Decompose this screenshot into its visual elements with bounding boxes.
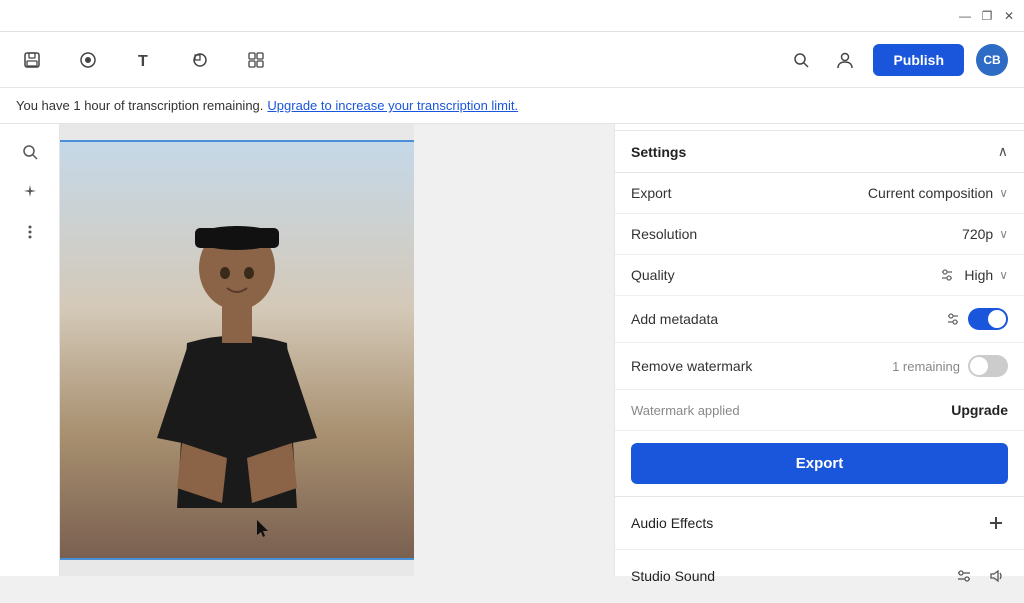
resolution-chevron-icon: ∨	[999, 227, 1008, 241]
export-value-selector[interactable]: Current composition ∨	[868, 185, 1008, 201]
avatar[interactable]: CB	[976, 44, 1008, 76]
watermark-remaining: 1 remaining	[892, 359, 960, 374]
maximize-button[interactable]: ❐	[980, 9, 994, 23]
metadata-label: Add metadata	[631, 311, 718, 327]
audio-effects-icons	[984, 511, 1008, 535]
export-button[interactable]: Export	[631, 443, 1008, 484]
left-sidebar	[0, 124, 60, 576]
upgrade-button[interactable]: Upgrade	[951, 402, 1008, 418]
studio-sound-speaker-icon[interactable]	[984, 564, 1008, 588]
watermark-setting-row: Remove watermark 1 remaining	[615, 343, 1024, 390]
quality-setting-row: Quality High ∨	[615, 255, 1024, 296]
bottom-section: Audio Effects Studio Sound	[615, 496, 1024, 603]
watermark-applied-text: Watermark applied	[631, 403, 740, 418]
add-audio-effect-icon[interactable]	[984, 511, 1008, 535]
record-icon[interactable]	[72, 44, 104, 76]
studio-sound-label: Studio Sound	[631, 568, 715, 584]
notification-bar: You have 1 hour of transcription remaini…	[0, 88, 1024, 124]
video-preview	[60, 142, 414, 558]
upgrade-link[interactable]: Upgrade to increase your transcription l…	[267, 98, 518, 113]
text-icon[interactable]: T	[128, 44, 160, 76]
resolution-setting-row: Resolution 720p ∨	[615, 214, 1024, 255]
resolution-value-selector[interactable]: 720p ∨	[962, 226, 1008, 242]
resolution-label: Resolution	[631, 226, 697, 242]
search-icon[interactable]	[785, 44, 817, 76]
search-sidebar-icon[interactable]	[14, 136, 46, 168]
watermark-toggle[interactable]	[968, 355, 1008, 377]
quality-chevron-icon: ∨	[999, 268, 1008, 282]
studio-sound-icons	[952, 564, 1008, 588]
settings-title: Settings	[631, 144, 686, 160]
settings-header[interactable]: Settings ∧	[615, 131, 1024, 173]
main-toolbar: T Publish CB	[0, 32, 1024, 88]
save-icon[interactable]	[16, 44, 48, 76]
notification-text: You have 1 hour of transcription remaini…	[16, 98, 263, 113]
studio-sound-row: Studio Sound	[615, 550, 1024, 603]
quality-label: Quality	[631, 267, 675, 283]
magic-icon[interactable]	[14, 176, 46, 208]
settings-chevron-icon: ∧	[998, 143, 1008, 160]
toolbar-left: T	[16, 44, 272, 76]
export-chevron-icon: ∨	[999, 186, 1008, 200]
publish-button[interactable]: Publish	[873, 44, 964, 76]
svg-text:T: T	[138, 53, 148, 70]
more-options-icon[interactable]	[14, 216, 46, 248]
audio-effects-row: Audio Effects	[615, 497, 1024, 550]
studio-sound-filter-icon[interactable]	[952, 564, 976, 588]
titlebar: — ❐ ✕	[0, 0, 1024, 32]
watermark-label: Remove watermark	[631, 358, 752, 374]
metadata-setting-row: Add metadata	[615, 296, 1024, 343]
export-setting-row: Export Current composition ∨	[615, 173, 1024, 214]
canvas-area	[60, 124, 414, 576]
minimize-button[interactable]: —	[958, 9, 972, 23]
export-button-row: Export	[615, 431, 1024, 496]
canvas-inner	[60, 140, 414, 560]
grid-icon[interactable]	[240, 44, 272, 76]
user-icon[interactable]	[829, 44, 861, 76]
quality-value-selector[interactable]: High ∨	[940, 267, 1008, 283]
export-label: Export	[631, 185, 671, 201]
close-button[interactable]: ✕	[1002, 9, 1016, 23]
audio-effects-label: Audio Effects	[631, 515, 713, 531]
toolbar-right: Publish CB	[785, 44, 1008, 76]
watermark-applied-row: Watermark applied Upgrade	[615, 390, 1024, 431]
shapes-icon[interactable]	[184, 44, 216, 76]
metadata-toggle[interactable]	[968, 308, 1008, 330]
